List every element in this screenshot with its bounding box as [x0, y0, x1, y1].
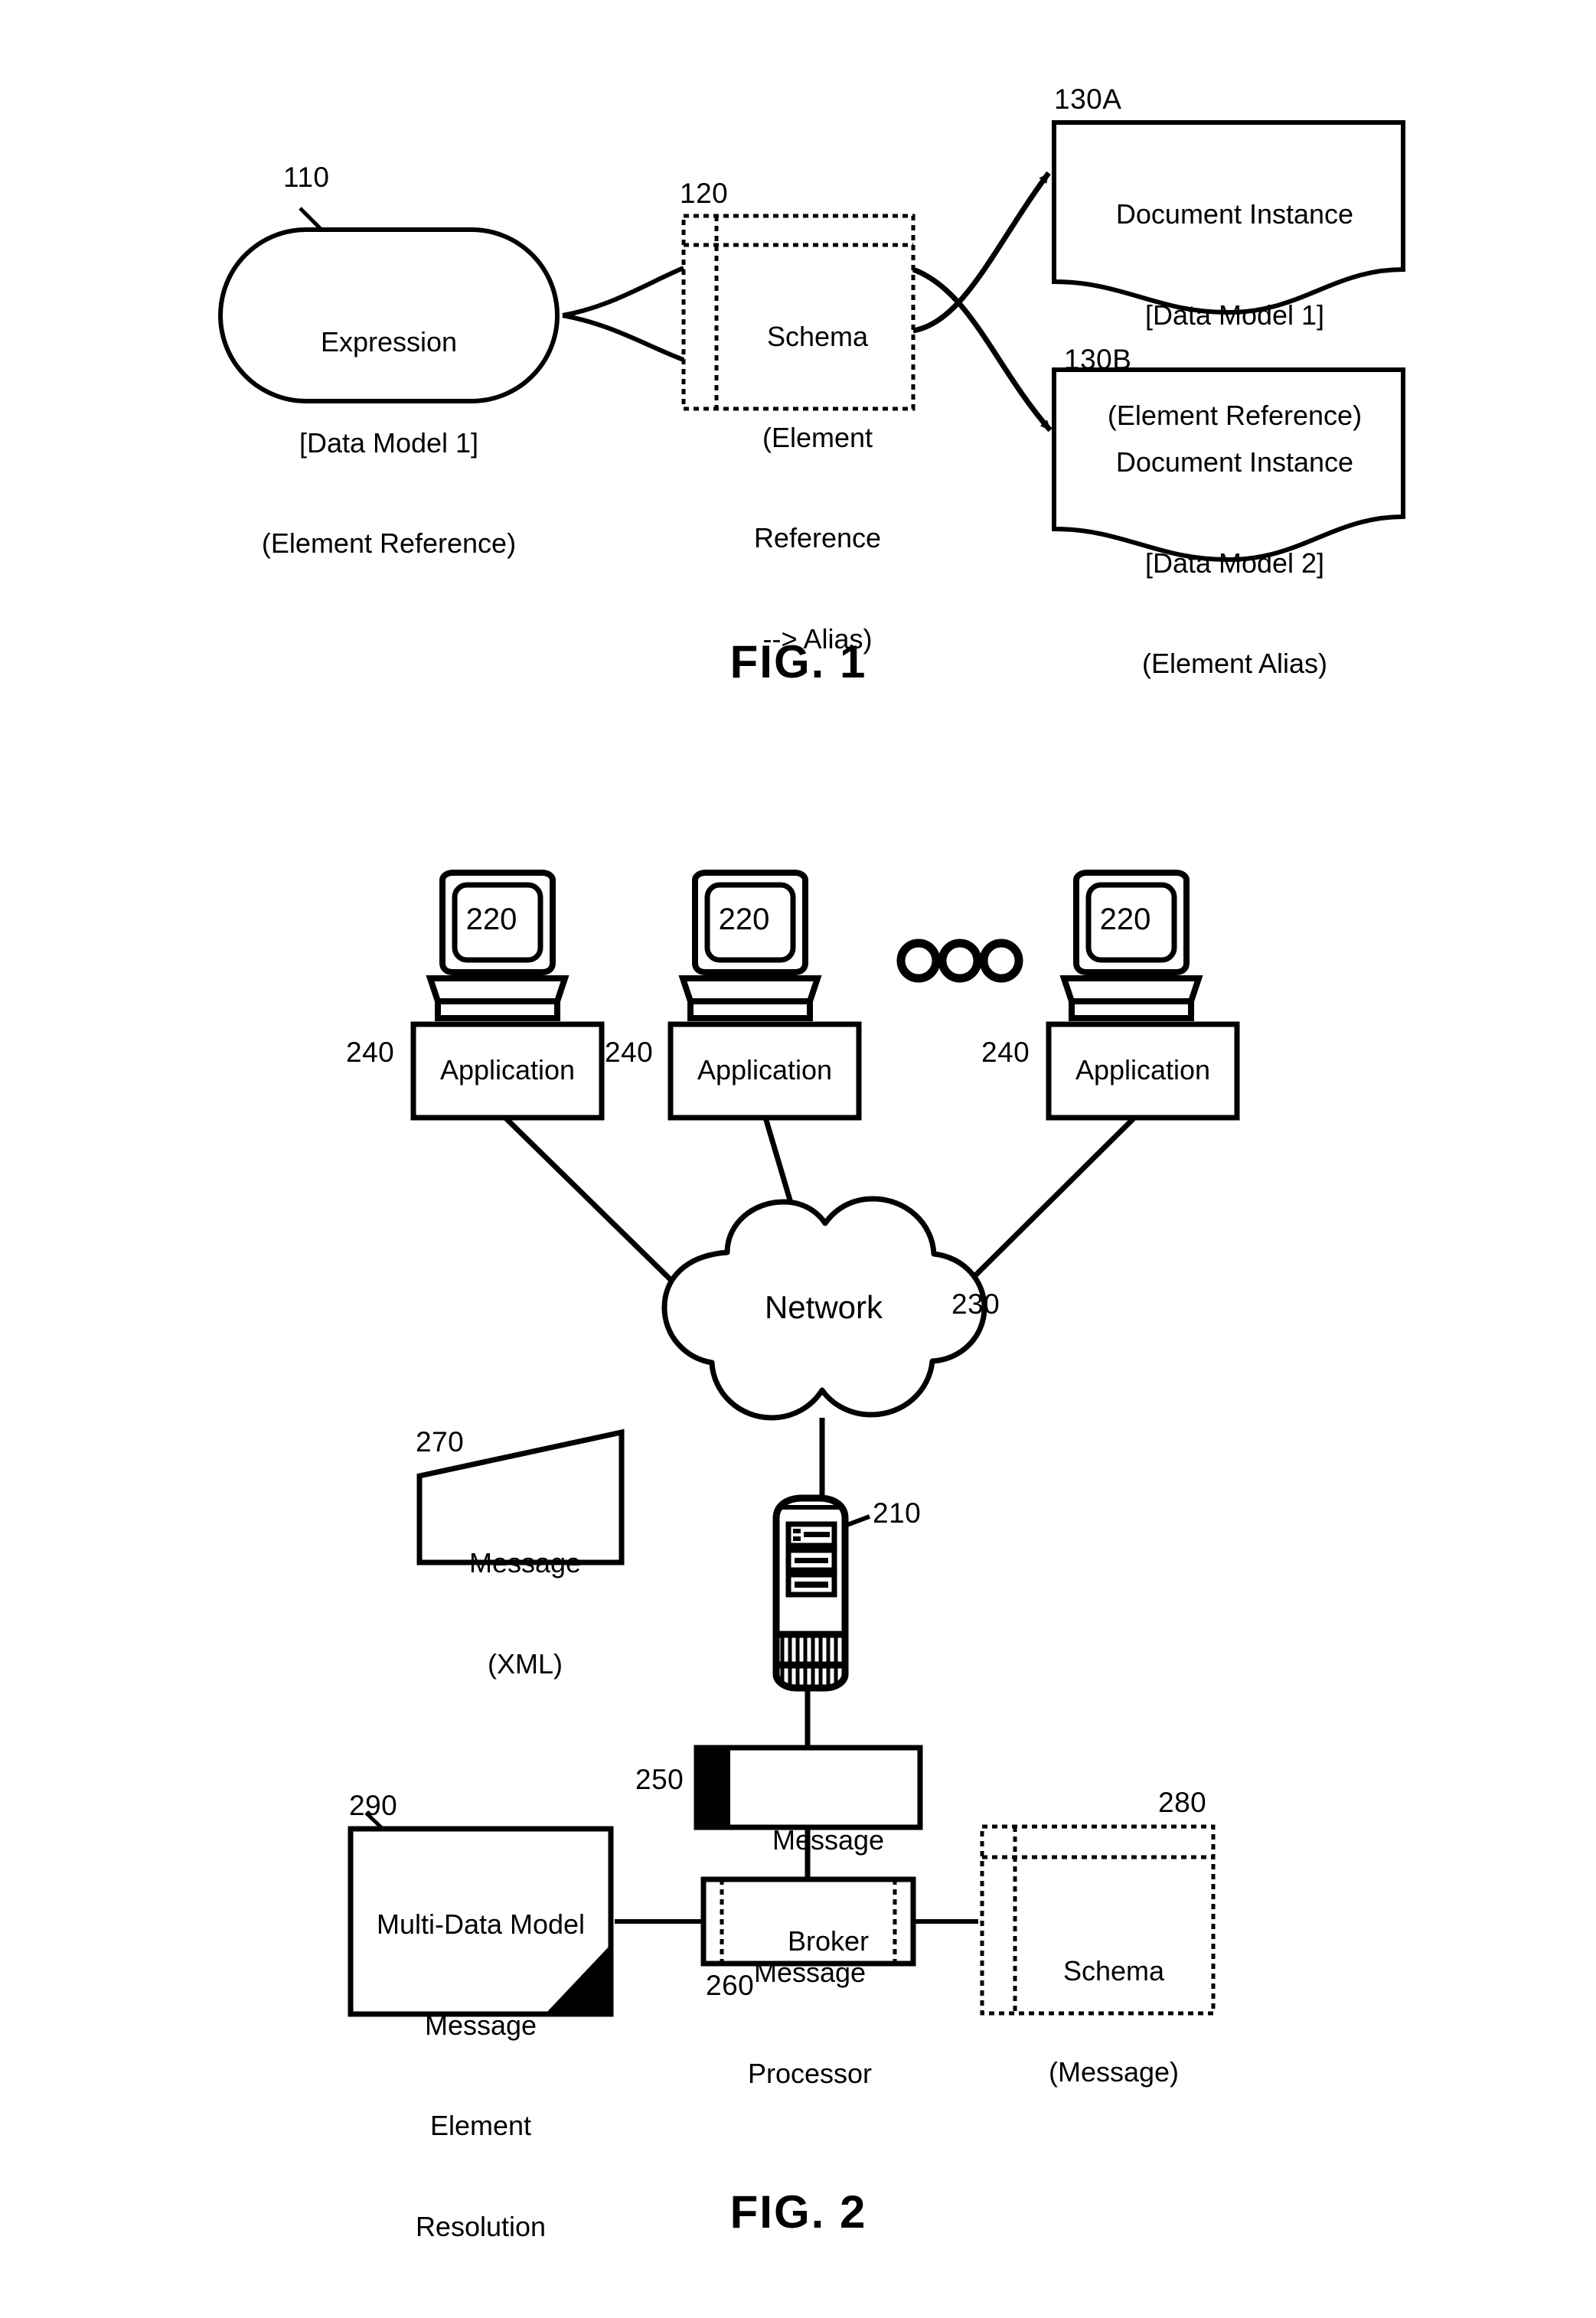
- document-b-label: Document Instance [Data Model 2] (Elemen…: [1059, 378, 1411, 748]
- ref-230: 230: [951, 1288, 1000, 1320]
- edge-application-3-network: [955, 1115, 1137, 1296]
- edge-expression-schema-upper: [562, 266, 685, 318]
- edge-expression-schema-lower: [562, 313, 685, 362]
- ref-110: 110: [283, 162, 330, 193]
- document-b-line-2: [Data Model 2]: [1144, 547, 1325, 579]
- message-broker-line-1: Message: [772, 1823, 885, 1856]
- ref-130A: 130A: [1054, 83, 1122, 115]
- application-2-label: Application: [697, 1054, 833, 1086]
- schema-message-line-1: Schema: [1062, 1954, 1165, 1987]
- application-1-label: Application: [439, 1054, 576, 1086]
- network-cloud-label: Network: [764, 1289, 883, 1325]
- leader-110: [299, 207, 323, 231]
- leader-210: [844, 1514, 871, 1528]
- ref-290: 290: [349, 1790, 398, 1821]
- schema-line-1: Schema: [766, 320, 869, 352]
- message-xml-line-2: (XML): [488, 1647, 563, 1680]
- schema-message-label: Schema (Message): [999, 1887, 1229, 2156]
- schema-message-line-2: (Message): [1048, 2055, 1180, 2088]
- edge-schema-document-b: [912, 266, 1053, 433]
- edge-application-1-network: [503, 1115, 695, 1304]
- element-resolution-line-2: Message: [424, 2009, 537, 2041]
- document-a-line-1: Document Instance: [1115, 198, 1354, 230]
- element-resolution-line-3: Element: [429, 2110, 532, 2142]
- expression-line-3: (Element Reference): [261, 527, 517, 560]
- message-xml-line-1: Message: [468, 1546, 582, 1579]
- figure-1-caption: FIG. 1: [729, 636, 867, 687]
- edge-schema-document-a: [912, 171, 1051, 334]
- ref-120: 120: [680, 178, 729, 209]
- ref-260: 260: [706, 1970, 755, 2001]
- ellipsis-circles-shape: [896, 939, 1023, 983]
- ref-280: 280: [1158, 1787, 1207, 1818]
- element-resolution-label: Multi-Data Model Message Element Resolut…: [343, 1840, 618, 2311]
- message-processor-label: Message Processor: [710, 1889, 909, 2157]
- ref-270: 270: [416, 1426, 465, 1458]
- ref-240-c: 240: [981, 1037, 1030, 1068]
- document-a-line-2: [Data Model 1]: [1144, 299, 1325, 331]
- message-processor-line-2: Processor: [747, 2057, 873, 2089]
- ref-250: 250: [635, 1764, 684, 1795]
- terminal-3-screen-ref: 220: [1099, 903, 1151, 936]
- schema-line-3: Reference: [753, 522, 882, 554]
- ref-130B: 130B: [1064, 344, 1132, 375]
- schema-line-2: (Element: [762, 421, 873, 453]
- ref-240-b: 240: [605, 1037, 654, 1068]
- terminal-1-screen-ref: 220: [465, 903, 517, 936]
- application-3-label: Application: [1075, 1054, 1211, 1086]
- element-resolution-line-1: Multi-Data Model: [376, 1908, 586, 1940]
- expression-node-label: Expression [Data Model 1] (Element Refer…: [228, 258, 550, 628]
- terminal-2-screen-ref: 220: [718, 903, 770, 936]
- patent-drawing-sheet: 110 Expression [Data Model 1] (Element R…: [0, 0, 1596, 2318]
- ref-210: 210: [873, 1497, 922, 1529]
- document-b-line-1: Document Instance: [1115, 446, 1354, 478]
- expression-line-1: Expression: [320, 325, 458, 357]
- figure-2-caption: FIG. 2: [729, 2186, 867, 2238]
- expression-line-2: [Data Model 1]: [299, 426, 479, 459]
- server-tower-shape: [772, 1494, 849, 1692]
- ref-240-a: 240: [346, 1037, 395, 1068]
- document-b-line-3: (Element Alias): [1141, 648, 1328, 680]
- message-xml-label: Message (XML): [410, 1479, 640, 1748]
